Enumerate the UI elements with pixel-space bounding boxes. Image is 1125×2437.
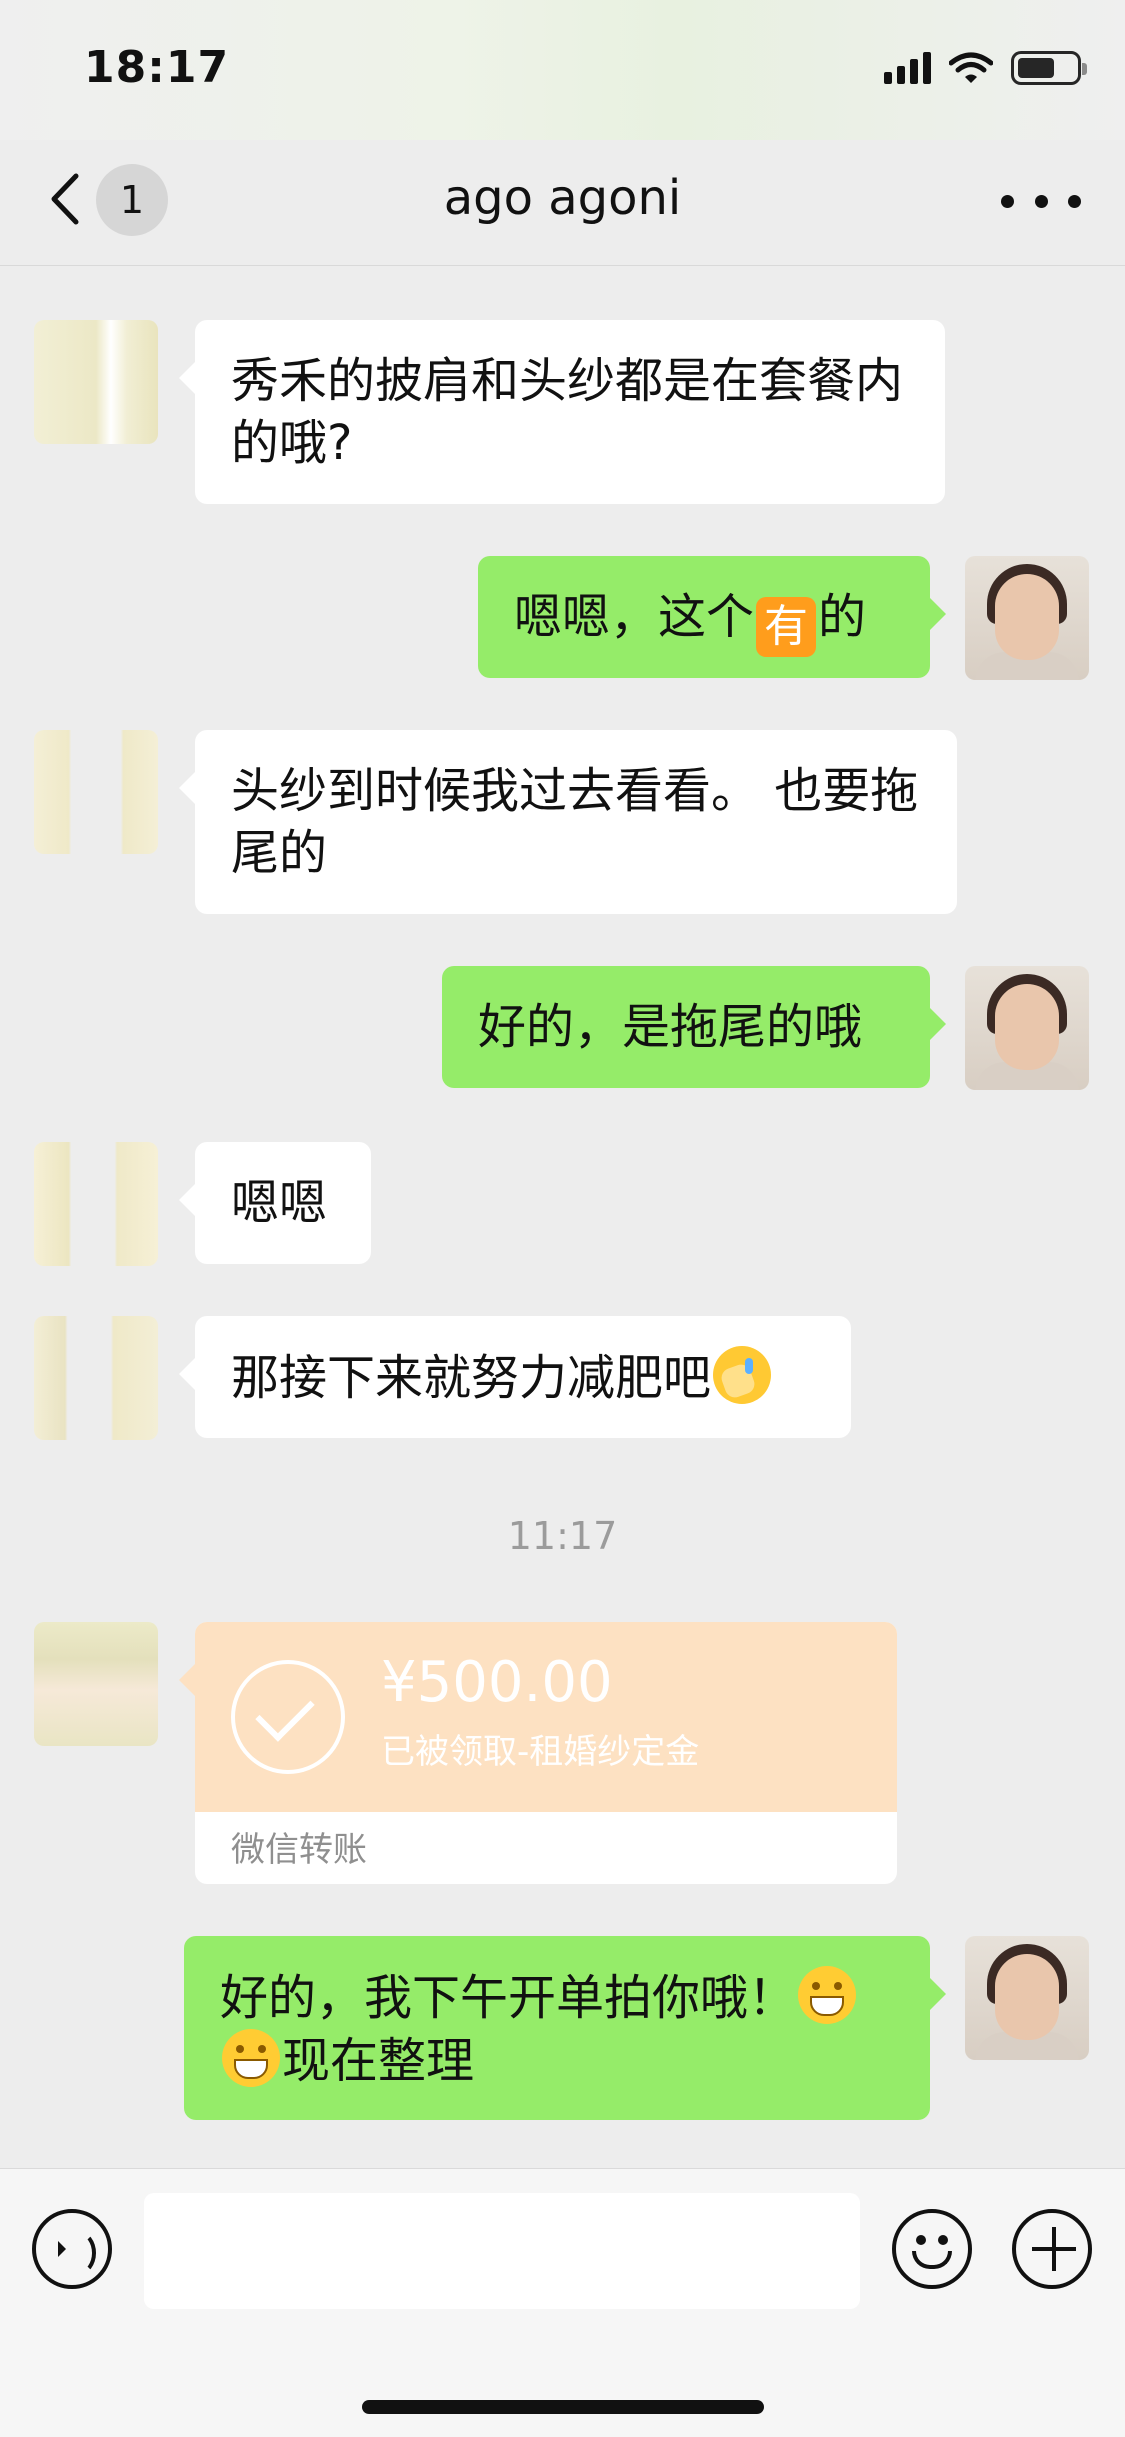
message-bubble[interactable]: 秀禾的披肩和头纱都是在套餐内的哦? (179, 320, 945, 504)
status-time: 18:17 (84, 42, 230, 93)
message-bubble[interactable]: 好的，是拖尾的哦 (442, 966, 946, 1088)
facepalm-emoji-icon (713, 1346, 772, 1404)
avatar[interactable] (34, 320, 158, 444)
status-bar: 18:17 (0, 0, 1125, 140)
message-text: 的 (818, 589, 867, 645)
message-text: 嗯嗯，这个 (514, 589, 755, 645)
battery-icon (1011, 51, 1087, 85)
transfer-label: 微信转账 (231, 1830, 367, 1870)
avatar[interactable] (34, 730, 158, 854)
avatar[interactable] (34, 1142, 158, 1266)
wifi-icon (949, 52, 993, 83)
transfer-amount: ¥500.00 (381, 1650, 613, 1715)
grinning-face-emoji-icon (798, 1966, 857, 2024)
message-bubble[interactable]: 嗯嗯 (179, 1142, 371, 1264)
message-bubble[interactable]: 头纱到时候我过去看看。 也要拖尾的 (179, 730, 957, 914)
more-actions-plus-icon[interactable] (1012, 2209, 1092, 2289)
emoji-picker-icon[interactable] (892, 2209, 972, 2289)
home-indicator[interactable] (362, 2400, 764, 2414)
chat-title: ago agoni (443, 170, 682, 226)
avatar[interactable] (965, 1936, 1089, 2060)
transfer-card-body: ¥500.00 已被领取-租婚纱定金 (195, 1622, 897, 1812)
transfer-status-note: 已被领取-租婚纱定金 (381, 1732, 700, 1772)
wechat-transfer-card[interactable]: ¥500.00 已被领取-租婚纱定金 微信转账 (195, 1622, 897, 1884)
more-options-icon[interactable] (1001, 176, 1081, 226)
message-text: 好的，我下午开单拍你哦！ (220, 1970, 797, 2026)
message-input-bar (0, 2168, 1125, 2437)
avatar[interactable] (34, 1316, 158, 1440)
avatar[interactable] (965, 966, 1089, 1090)
cellular-signal-icon (884, 52, 931, 84)
chat-header: 1 ago agoni (0, 140, 1125, 266)
message-bubble[interactable]: 好的，我下午开单拍你哦！ 现在整理 (184, 1936, 946, 2120)
status-icons (884, 48, 1087, 88)
message-text: 那接下来就努力减肥吧 (231, 1350, 712, 1406)
message-bubble[interactable]: 嗯嗯，这个有的 (478, 556, 946, 678)
message-input[interactable] (144, 2193, 860, 2309)
avatar[interactable] (965, 556, 1089, 680)
transfer-bubble-tail (179, 1664, 195, 1696)
message-bubble[interactable]: 那接下来就努力减肥吧 (179, 1316, 851, 1438)
you-have-emoji-icon: 有 (756, 597, 817, 657)
message-text: 嗯嗯 (231, 1175, 328, 1231)
message-text: 现在整理 (282, 2033, 475, 2089)
message-text: 秀禾的披肩和头纱都是在套餐内的哦? (231, 353, 904, 471)
message-timestamp: 11:17 (507, 1514, 618, 1558)
message-text: 好的，是拖尾的哦 (478, 999, 863, 1055)
checkmark-icon (231, 1660, 345, 1774)
voice-input-icon[interactable] (32, 2209, 112, 2289)
grinning-face-emoji-icon (222, 2029, 280, 2087)
message-text: 头纱到时候我过去看看。 也要拖尾的 (231, 763, 919, 881)
avatar[interactable] (34, 1622, 158, 1746)
